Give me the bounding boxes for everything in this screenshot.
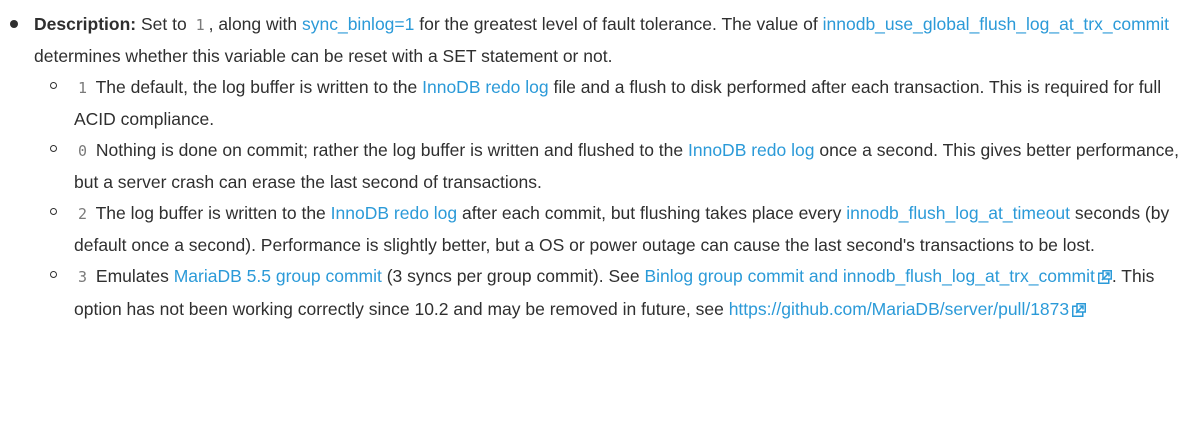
innodb-redo-log-link[interactable]: InnoDB redo log (422, 77, 548, 97)
circle-bullet (50, 271, 57, 278)
option-text: (3 syncs per group commit). See (381, 266, 645, 286)
disc-bullet (10, 20, 18, 28)
sync-binlog-link[interactable]: sync_binlog=1 (302, 14, 414, 34)
global-flush-log-link[interactable]: innodb_use_global_flush_log_at_trx_commi… (823, 14, 1169, 34)
option-code: 0 (78, 142, 88, 160)
option-text: after each commit, but flushing takes pl… (457, 203, 847, 223)
option-values-list: 1 The default, the log buffer is written… (50, 72, 1194, 327)
option-code: 3 (78, 268, 88, 286)
github-pull-link[interactable]: https://github.com/MariaDB/server/pull/1… (729, 299, 1069, 319)
group-commit-link[interactable]: MariaDB 5.5 group commit (174, 266, 382, 286)
circle-bullet (50, 145, 57, 152)
description-code-value: 1 (195, 16, 205, 34)
option-item-3: 3 Emulates MariaDB 5.5 group commit (3 s… (50, 261, 1194, 327)
option-code: 2 (78, 205, 88, 223)
flush-log-at-timeout-link[interactable]: innodb_flush_log_at_timeout (846, 203, 1070, 223)
external-link-icon[interactable] (1097, 263, 1112, 294)
option-item-0: 0 Nothing is done on commit; rather the … (50, 135, 1194, 198)
option-item-2: 2 The log buffer is written to the InnoD… (50, 198, 1194, 261)
description-text-1: Set to (136, 14, 192, 34)
innodb-redo-log-link[interactable]: InnoDB redo log (331, 203, 457, 223)
option-text: The log buffer is written to the (91, 203, 331, 223)
external-link-icon[interactable] (1072, 296, 1087, 327)
binlog-group-commit-link[interactable]: Binlog group commit and innodb_flush_log… (644, 266, 1094, 286)
option-code: 1 (78, 79, 88, 97)
option-text: Nothing is done on commit; rather the lo… (91, 140, 688, 160)
variable-description-list: Description: Set to 1, along with sync_b… (10, 9, 1194, 327)
circle-bullet (50, 82, 57, 89)
description-label: Description: (34, 14, 137, 34)
description-text-2: , along with (208, 14, 302, 34)
description-text-4: determines whether this variable can be … (34, 46, 613, 66)
document-page: Description: Set to 1, along with sync_b… (0, 0, 1200, 426)
option-text: Emulates (91, 266, 174, 286)
innodb-redo-log-link[interactable]: InnoDB redo log (688, 140, 814, 160)
description-item: Description: Set to 1, along with sync_b… (10, 9, 1194, 327)
circle-bullet (50, 208, 57, 215)
option-text: The default, the log buffer is written t… (91, 77, 423, 97)
description-text-3: for the greatest level of fault toleranc… (414, 14, 823, 34)
option-item-1: 1 The default, the log buffer is written… (50, 72, 1194, 135)
